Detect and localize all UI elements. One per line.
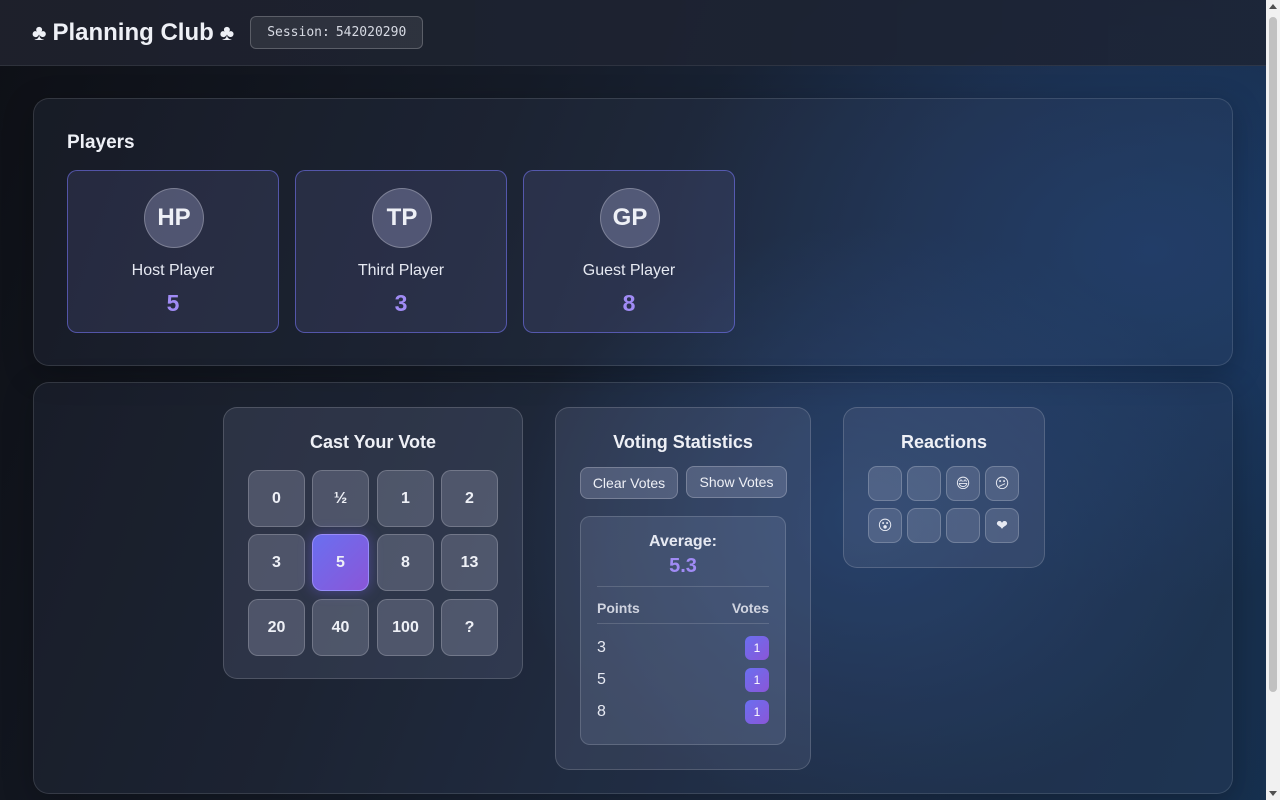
player-card: GP Guest Player 8 <box>523 170 735 333</box>
app-title: ♣ Planning Club ♣ <box>32 19 234 47</box>
vote-card-1[interactable]: 1 <box>377 470 434 527</box>
thumbs-down-icon[interactable] <box>907 466 941 501</box>
vote-count-badge: 1 <box>745 636 769 660</box>
show-votes-button[interactable]: Show Votes <box>686 466 787 498</box>
session-badge: Session: 542020290 <box>250 16 424 49</box>
player-name: Host Player <box>131 262 215 279</box>
statistics-summary: Average: 5.3 Points Votes 3 1 5 1 8 1 <box>580 516 786 745</box>
points-column-header: Points <box>597 600 640 616</box>
avatar: GP <box>600 188 660 248</box>
cast-vote-title: Cast Your Vote <box>309 432 437 452</box>
vote-card-half[interactable]: ½ <box>312 470 369 527</box>
cast-vote-card: Cast Your Vote 0 ½ 1 2 3 5 8 13 20 40 10… <box>223 407 523 679</box>
vertical-scrollbar[interactable] <box>1266 0 1280 800</box>
vote-card-3[interactable]: 3 <box>248 534 305 591</box>
main-panel: Cast Your Vote 0 ½ 1 2 3 5 8 13 20 40 10… <box>33 382 1233 794</box>
session-label: Session: <box>267 25 330 40</box>
vote-card-100[interactable]: 100 <box>377 599 434 656</box>
player-card: HP Host Player 5 <box>67 170 279 333</box>
clear-votes-button[interactable]: Clear Votes <box>580 467 678 499</box>
players-title: Players <box>67 132 135 153</box>
vote-card-question[interactable]: ? <box>441 599 498 656</box>
reactions-title: Reactions <box>900 432 988 452</box>
grinning-face-icon[interactable]: 😄 <box>946 466 980 501</box>
vote-card-20[interactable]: 20 <box>248 599 305 656</box>
player-name: Guest Player <box>582 262 676 279</box>
app-title-text: Planning Club <box>52 18 214 46</box>
average-value: 5.3 <box>669 555 697 577</box>
vote-count-badge: 1 <box>745 700 769 724</box>
fire-icon[interactable] <box>946 508 980 543</box>
club-suit-icon: ♣ <box>219 19 235 45</box>
stats-row-points: 8 <box>597 703 606 720</box>
reactions-card: Reactions 😄 😕 😮 ❤ <box>843 407 1045 568</box>
voting-statistics-title: Voting Statistics <box>613 432 753 452</box>
vote-card-2[interactable]: 2 <box>441 470 498 527</box>
player-vote: 3 <box>394 290 408 316</box>
avatar: TP <box>372 188 432 248</box>
heart-icon[interactable]: ❤ <box>985 508 1019 543</box>
app-header: ♣ Planning Club ♣ Session: 542020290 <box>0 0 1266 66</box>
vote-card-40[interactable]: 40 <box>312 599 369 656</box>
vote-card-0[interactable]: 0 <box>248 470 305 527</box>
surprised-face-icon[interactable]: 😮 <box>868 508 902 543</box>
confused-face-icon[interactable]: 😕 <box>985 466 1019 501</box>
vote-card-5[interactable]: 5 <box>312 534 369 591</box>
vote-card-8[interactable]: 8 <box>377 534 434 591</box>
player-vote: 5 <box>166 290 180 316</box>
stats-row-points: 5 <box>597 671 606 688</box>
scroll-up-icon[interactable] <box>1269 4 1277 9</box>
vote-card-13[interactable]: 13 <box>441 534 498 591</box>
divider <box>597 623 769 624</box>
votes-column-header: Votes <box>731 600 769 616</box>
voting-statistics-card: Voting Statistics Clear Votes Show Votes… <box>555 407 811 770</box>
scrollbar-thumb[interactable] <box>1269 17 1277 692</box>
player-vote: 8 <box>622 290 636 316</box>
thumbs-up-icon[interactable] <box>868 466 902 501</box>
player-card: TP Third Player 3 <box>295 170 507 333</box>
party-popper-icon[interactable] <box>907 508 941 543</box>
club-suit-icon: ♣ <box>32 19 47 45</box>
scroll-down-icon[interactable] <box>1269 791 1277 796</box>
session-id: 542020290 <box>335 25 407 40</box>
avatar: HP <box>144 188 204 248</box>
stats-row-points: 3 <box>597 639 606 656</box>
player-name: Third Player <box>357 262 445 279</box>
average-label: Average: <box>649 533 717 550</box>
divider <box>597 586 769 587</box>
players-panel: Players HP Host Player 5 TP Third Player… <box>33 98 1233 366</box>
vote-count-badge: 1 <box>745 668 769 692</box>
